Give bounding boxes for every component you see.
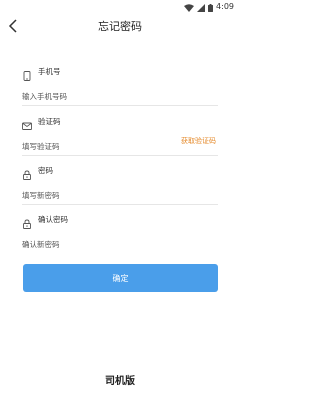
code-label-row: 验证码 xyxy=(22,114,218,130)
mail-icon xyxy=(22,116,32,130)
lock-icon xyxy=(22,214,32,229)
phone-field: 手机号 xyxy=(22,64,218,106)
divider xyxy=(22,155,218,156)
confirm-password-label-row: 确认密码 xyxy=(22,212,218,229)
status-bar: 4:09 xyxy=(0,0,240,12)
code-field: 验证码 获取验证码 xyxy=(22,114,218,156)
confirm-password-input-row xyxy=(22,232,218,252)
phone-input-row xyxy=(22,84,218,106)
confirm-button[interactable]: 确定 xyxy=(23,264,218,292)
get-code-button[interactable]: 获取验证码 xyxy=(181,136,216,146)
divider xyxy=(22,105,218,106)
status-icons: 4:09 xyxy=(184,0,234,12)
password-label-row: 密码 xyxy=(22,163,218,180)
confirm-password-input[interactable] xyxy=(22,237,162,252)
divider xyxy=(22,204,218,205)
new-password-input[interactable] xyxy=(22,188,162,203)
code-label: 验证码 xyxy=(38,116,61,126)
top-bar: 忘记密码 xyxy=(0,14,240,38)
phone-icon xyxy=(22,66,32,81)
code-input-row: 获取验证码 xyxy=(22,134,218,156)
status-time: 4:09 xyxy=(216,1,234,11)
lock-icon xyxy=(22,165,32,180)
phone-input[interactable] xyxy=(22,89,162,104)
password-field: 密码 xyxy=(22,163,218,205)
code-input[interactable] xyxy=(22,139,162,154)
footer-label: 司机版 xyxy=(105,376,135,387)
page-title: 忘记密码 xyxy=(98,20,142,33)
password-label: 密码 xyxy=(38,165,53,175)
confirm-password-label: 确认密码 xyxy=(38,214,68,224)
phone-label-row: 手机号 xyxy=(22,64,218,81)
password-input-row xyxy=(22,183,218,205)
phone-label: 手机号 xyxy=(38,66,61,76)
confirm-password-field: 确认密码 xyxy=(22,212,218,252)
